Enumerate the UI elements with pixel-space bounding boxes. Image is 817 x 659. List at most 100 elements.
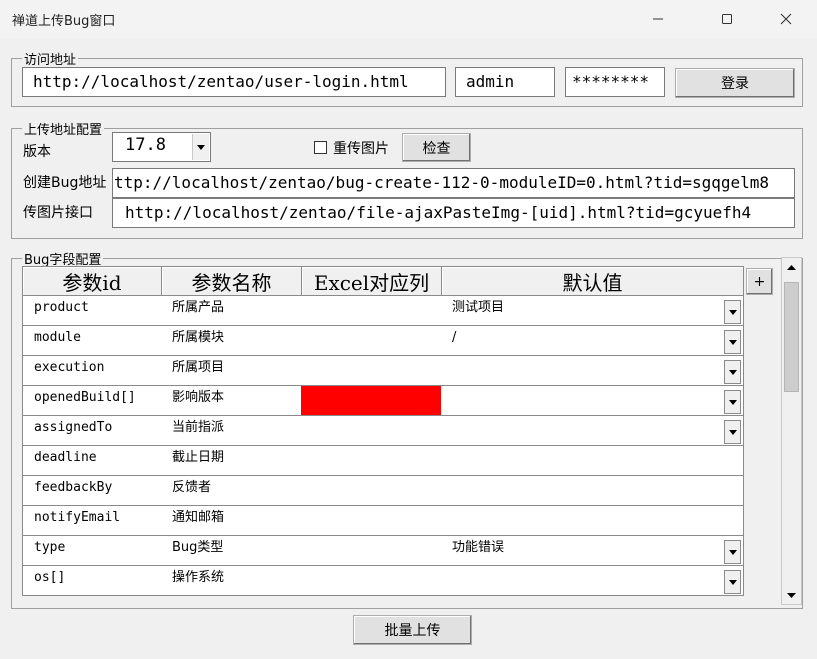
param-id-cell[interactable]: os[] xyxy=(22,566,162,596)
param-name-cell[interactable]: 所属项目 xyxy=(161,356,302,386)
default-value-cell[interactable] xyxy=(441,446,744,476)
excel-column-cell[interactable] xyxy=(301,386,442,416)
param-id-cell[interactable]: feedbackBy xyxy=(22,476,162,506)
title-bar: 禅道上传Bug窗口 xyxy=(0,0,817,38)
param-name-cell[interactable]: Bug类型 xyxy=(161,536,302,566)
grid-scrollbar[interactable] xyxy=(781,257,802,605)
img-api-url-input[interactable]: http://localhost/zentao/file-ajaxPasteIm… xyxy=(112,198,795,228)
param-name-cell[interactable]: 所属产品 xyxy=(161,296,302,326)
batch-upload-button[interactable]: 批量上传 xyxy=(353,615,472,645)
password-input[interactable]: ******** xyxy=(565,67,665,97)
default-value-cell[interactable]: 测试项目 xyxy=(441,296,744,326)
param-name-cell[interactable]: 通知邮箱 xyxy=(161,506,302,536)
chevron-down-icon[interactable] xyxy=(192,134,209,160)
excel-column-cell[interactable] xyxy=(301,476,442,506)
column-header-id[interactable]: 参数id xyxy=(22,266,162,296)
excel-column-cell[interactable] xyxy=(301,536,442,566)
chevron-down-icon[interactable] xyxy=(724,540,741,564)
table-row: product 所属产品 测试项目 xyxy=(22,296,744,326)
version-label: 版本 xyxy=(23,144,51,160)
column-header-default[interactable]: 默认值 xyxy=(441,266,744,296)
check-button[interactable]: 检查 xyxy=(402,133,471,162)
table-row: os[] 操作系统 xyxy=(22,566,744,596)
table-row: execution 所属项目 xyxy=(22,356,744,386)
login-button[interactable]: 登录 xyxy=(675,68,795,98)
column-header-excel[interactable]: Excel对应列 xyxy=(301,266,442,296)
param-name-text: 反馈者 xyxy=(172,480,212,495)
window-title: 禅道上传Bug窗口 xyxy=(12,14,116,29)
maximize-icon xyxy=(722,14,732,24)
close-button[interactable] xyxy=(763,0,809,38)
param-id-text: product xyxy=(34,300,89,315)
param-name-cell[interactable]: 影响版本 xyxy=(161,386,302,416)
param-name-text: 所属模块 xyxy=(172,330,225,345)
param-id-text: notifyEmail xyxy=(34,510,121,525)
param-name-cell[interactable]: 截止日期 xyxy=(161,446,302,476)
column-header-name[interactable]: 参数名称 xyxy=(161,266,302,296)
create-bug-label: 创建Bug地址 xyxy=(23,175,107,191)
excel-column-cell[interactable] xyxy=(301,356,442,386)
url-input[interactable]: http://localhost/zentao/user-login.html xyxy=(22,67,446,97)
param-name-text: Bug类型 xyxy=(172,540,224,555)
excel-column-cell[interactable] xyxy=(301,566,442,596)
param-id-cell[interactable]: deadline xyxy=(22,446,162,476)
chevron-down-icon[interactable] xyxy=(724,360,741,384)
default-value-text: 测试项目 xyxy=(452,300,505,315)
upload-config-legend: 上传地址配置 xyxy=(24,123,103,138)
default-value-cell[interactable] xyxy=(441,566,744,596)
param-name-cell[interactable]: 当前指派 xyxy=(161,416,302,446)
excel-column-cell[interactable] xyxy=(301,296,442,326)
param-id-text: type xyxy=(34,540,66,555)
chevron-down-icon[interactable] xyxy=(724,570,741,594)
param-name-text: 操作系统 xyxy=(172,570,225,585)
chevron-down-icon[interactable] xyxy=(724,420,741,444)
default-value-cell[interactable] xyxy=(441,506,744,536)
param-id-cell[interactable]: module xyxy=(22,326,162,356)
excel-column-cell[interactable] xyxy=(301,506,442,536)
param-name-text: 通知邮箱 xyxy=(172,510,225,525)
create-bug-url-input[interactable]: ttp://localhost/zentao/bug-create-112-0-… xyxy=(112,168,795,198)
reupload-checkbox[interactable] xyxy=(314,141,327,154)
param-id-text: os[] xyxy=(34,570,66,585)
table-row: assignedTo 当前指派 xyxy=(22,416,744,446)
add-row-button[interactable]: + xyxy=(746,268,773,295)
excel-column-cell[interactable] xyxy=(301,416,442,446)
chevron-down-icon[interactable] xyxy=(724,390,741,414)
param-name-cell[interactable]: 反馈者 xyxy=(161,476,302,506)
param-name-cell[interactable]: 所属模块 xyxy=(161,326,302,356)
param-name-text: 所属产品 xyxy=(172,300,225,315)
default-value-cell[interactable] xyxy=(441,416,744,446)
default-value-cell[interactable] xyxy=(441,476,744,506)
param-id-cell[interactable]: execution xyxy=(22,356,162,386)
chevron-down-icon[interactable] xyxy=(724,330,741,354)
close-icon xyxy=(780,13,792,25)
param-id-cell[interactable]: notifyEmail xyxy=(22,506,162,536)
excel-column-cell[interactable] xyxy=(301,446,442,476)
maximize-button[interactable] xyxy=(704,0,750,38)
excel-column-cell[interactable] xyxy=(301,326,442,356)
username-input[interactable]: admin xyxy=(455,67,555,97)
param-id-text: execution xyxy=(34,360,105,375)
scroll-down-icon[interactable] xyxy=(782,586,801,604)
chevron-down-icon[interactable] xyxy=(724,300,741,324)
param-id-cell[interactable]: openedBuild[] xyxy=(22,386,162,416)
default-value-text: / xyxy=(452,330,457,345)
default-value-cell[interactable] xyxy=(441,386,744,416)
param-id-text: feedbackBy xyxy=(34,480,113,495)
default-value-cell[interactable]: / xyxy=(441,326,744,356)
scroll-up-icon[interactable] xyxy=(782,258,801,276)
param-name-text: 所属项目 xyxy=(172,360,225,375)
param-name-cell[interactable]: 操作系统 xyxy=(161,566,302,596)
version-select[interactable]: 17.8 xyxy=(112,132,211,162)
param-id-cell[interactable]: assignedTo xyxy=(22,416,162,446)
table-row: openedBuild[] 影响版本 xyxy=(22,386,744,416)
default-value-cell[interactable]: 功能错误 xyxy=(441,536,744,566)
table-row: module 所属模块 / xyxy=(22,326,744,356)
param-id-text: module xyxy=(34,330,81,345)
param-id-cell[interactable]: product xyxy=(22,296,162,326)
version-value: 17.8 xyxy=(125,135,166,155)
minimize-button[interactable] xyxy=(635,0,681,38)
scroll-thumb[interactable] xyxy=(784,282,799,392)
default-value-cell[interactable] xyxy=(441,356,744,386)
param-id-cell[interactable]: type xyxy=(22,536,162,566)
